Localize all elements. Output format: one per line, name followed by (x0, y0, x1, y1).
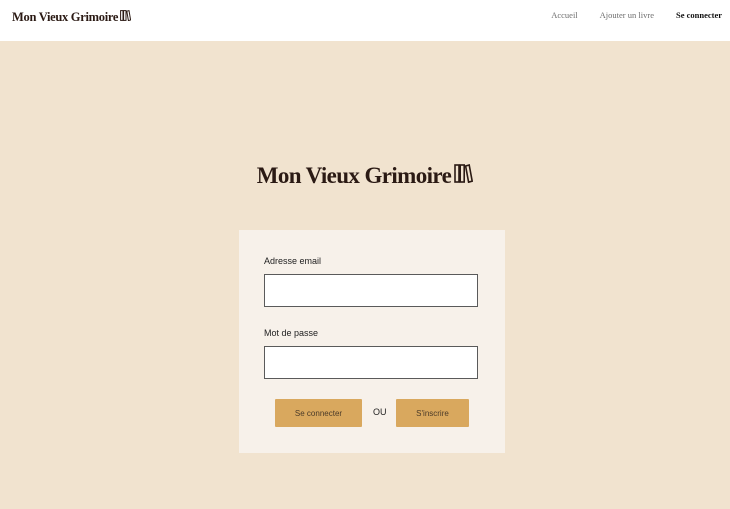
top-header: Mon Vieux Grimoire Accueil Ajouter un li… (0, 0, 730, 41)
login-button[interactable]: Se connecter (275, 399, 362, 427)
page-brand-name: Mon Vieux Grimoire (256, 163, 452, 188)
email-label: Adresse email (264, 256, 322, 266)
password-field[interactable] (264, 346, 478, 379)
nav-item-accueil[interactable]: Accueil (551, 10, 577, 20)
email-field[interactable] (264, 274, 478, 307)
main-nav: Accueil Ajouter un livre Se connecter (551, 10, 722, 20)
header-logo[interactable]: Mon Vieux Grimoire (12, 9, 132, 25)
login-form: Adresse email Mot de passe Se connecter … (239, 230, 505, 453)
or-separator: OU (373, 407, 387, 417)
nav-item-ajouter-livre[interactable]: Ajouter un livre (600, 10, 654, 20)
books-icon (120, 9, 132, 25)
header-brand-name: Mon Vieux Grimoire (12, 10, 119, 24)
books-icon (454, 163, 474, 189)
password-label: Mot de passe (264, 328, 319, 338)
nav-item-se-connecter[interactable]: Se connecter (676, 10, 722, 20)
signup-button[interactable]: S'inscrire (396, 399, 469, 427)
page-logo: Mon Vieux Grimoire (0, 163, 730, 189)
